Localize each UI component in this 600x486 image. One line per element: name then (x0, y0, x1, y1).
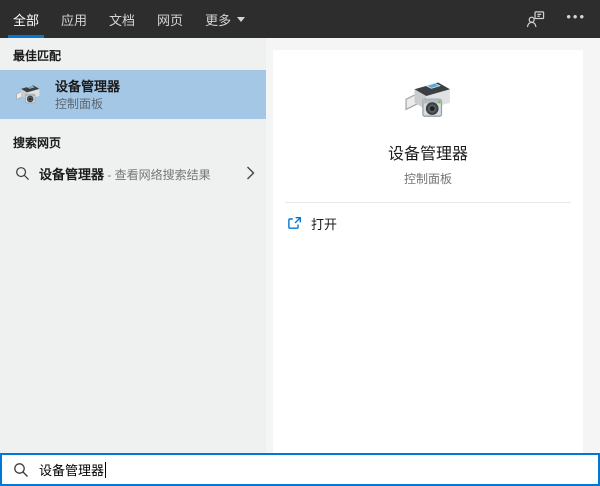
filter-tabs: 全部 应用 文档 网页 更多 (8, 0, 262, 38)
open-action-label: 打开 (311, 216, 338, 232)
tab-apps[interactable]: 应用 (56, 0, 92, 38)
tab-more[interactable]: 更多 (200, 0, 250, 38)
best-match-subtitle: 控制面板 (55, 96, 104, 111)
divider (285, 202, 571, 203)
web-search-header: 搜索网页 (13, 136, 62, 150)
detail-pane: 设备管理器 控制面板 打开 (273, 50, 583, 453)
search-filter-bar: 全部 应用 文档 网页 更多 ••• (0, 0, 600, 38)
results-pane: 最佳匹配 设备管理器 控制面板 搜索网页 设备管理器 - 查看网络搜索结果 (0, 38, 266, 453)
device-manager-icon-large (405, 82, 450, 117)
feedback-icon[interactable] (525, 10, 546, 29)
web-search-hint: - 查看网络搜索结果 (104, 167, 211, 182)
taskbar-search-input[interactable]: 设备管理器 (0, 453, 600, 486)
chevron-right-icon (247, 166, 255, 180)
web-search-result[interactable]: 设备管理器 - 查看网络搜索结果 (0, 158, 266, 188)
open-icon (288, 216, 302, 229)
best-match-title: 设备管理器 (55, 78, 121, 94)
tab-web-label: 网页 (157, 12, 184, 28)
best-match-header: 最佳匹配 (13, 49, 62, 63)
best-match-text: 设备管理器 控制面板 (55, 78, 120, 112)
detail-title: 设备管理器 (387, 146, 468, 163)
detail-subtitle: 控制面板 (403, 172, 452, 186)
search-icon (16, 166, 30, 180)
search-icon (14, 462, 28, 477)
tab-more-label: 更多 (205, 12, 232, 28)
best-match-result-device-manager[interactable]: 设备管理器 控制面板 (0, 70, 266, 119)
web-search-query: 设备管理器 (39, 166, 105, 182)
tab-all[interactable]: 全部 (8, 0, 45, 38)
topbar-actions: ••• (525, 0, 600, 38)
text-caret (105, 461, 107, 478)
tab-web[interactable]: 网页 (152, 0, 188, 38)
tab-documents[interactable]: 文档 (104, 0, 140, 38)
device-manager-icon (16, 84, 40, 103)
more-options-icon[interactable]: ••• (566, 10, 586, 29)
windows-search-flyout: 全部 应用 文档 网页 更多 ••• 最佳匹配 设备管理器 控制面板 搜索网页 … (0, 0, 600, 486)
tab-documents-label: 文档 (109, 12, 136, 28)
tab-apps-label: 应用 (61, 12, 88, 28)
chevron-down-icon (237, 16, 246, 22)
web-search-text: 设备管理器 - 查看网络搜索结果 (39, 164, 211, 183)
search-input-value: 设备管理器 (39, 463, 105, 478)
tab-all-label: 全部 (13, 12, 40, 28)
open-action[interactable]: 打开 (283, 208, 581, 238)
